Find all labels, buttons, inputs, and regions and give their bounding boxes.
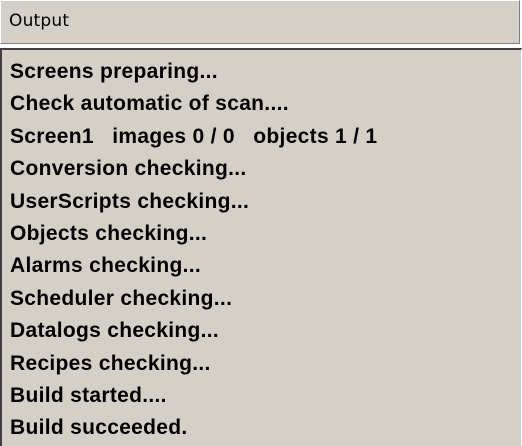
log-line: Check automatic of scan....: [10, 92, 289, 116]
log-line: Objects checking...: [10, 222, 208, 246]
output-panel: Output Screens preparing... Check automa…: [0, 0, 522, 446]
log-line: Scheduler checking...: [10, 286, 233, 310]
log-line: Screen1 images 0 / 0 objects 1 / 1: [10, 124, 378, 148]
output-log-list: Screens preparing... Check automatic of …: [10, 56, 377, 445]
log-line: Recipes checking...: [10, 351, 211, 375]
log-line: Screens preparing...: [10, 60, 218, 83]
log-line: Build started....: [10, 384, 167, 408]
output-title-bar[interactable]: Output: [0, 0, 520, 44]
log-line: Conversion checking...: [10, 157, 247, 181]
log-line: Build succeeded.: [10, 416, 188, 440]
output-content[interactable]: Screens preparing... Check automatic of …: [0, 48, 522, 446]
log-line: Datalogs checking...: [10, 319, 220, 343]
output-title: Output: [9, 11, 70, 31]
log-line: UserScripts checking...: [10, 189, 250, 213]
log-line: Alarms checking...: [10, 254, 201, 278]
